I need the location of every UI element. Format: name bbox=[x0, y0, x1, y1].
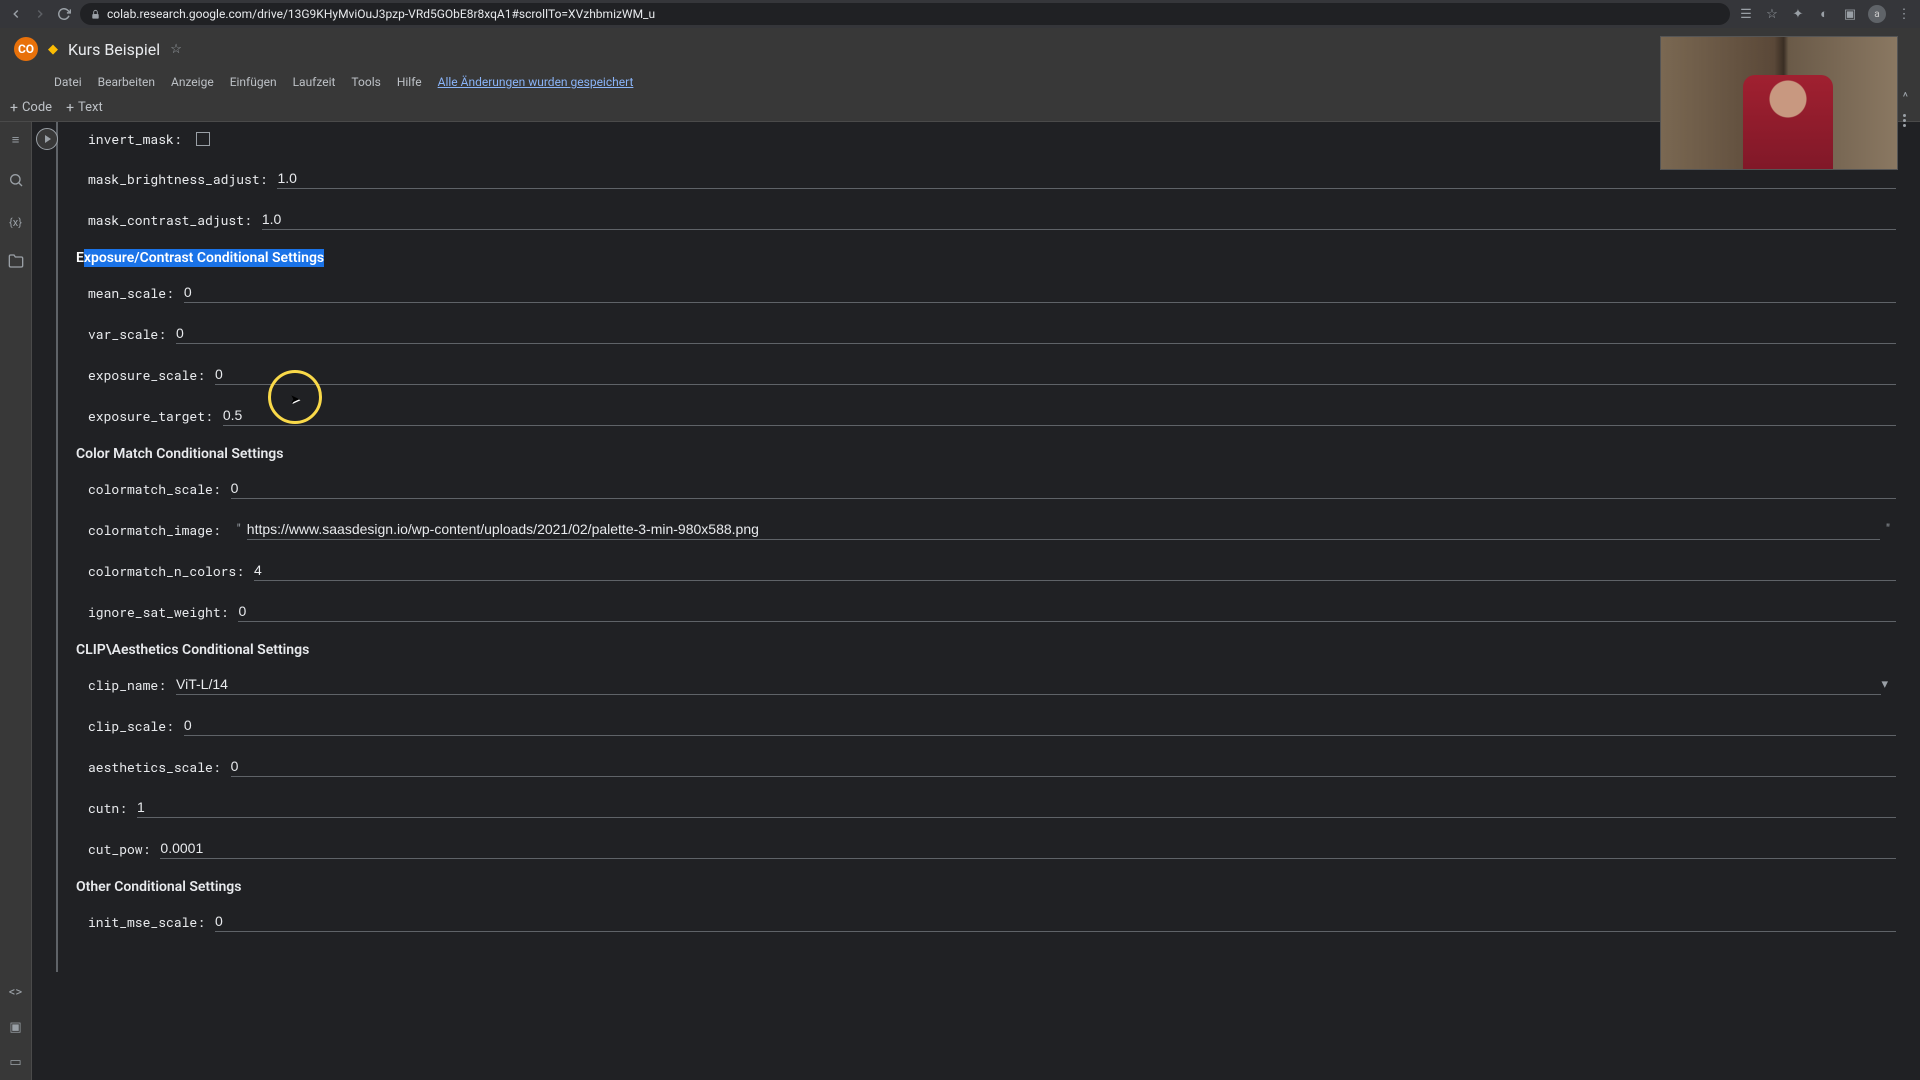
menu-datei[interactable]: Datei bbox=[54, 75, 82, 89]
section-color: Color Match Conditional Settings bbox=[76, 446, 1920, 462]
variables-icon[interactable]: {x} bbox=[9, 216, 22, 229]
colab-header: CO ◆ Kurs Beispiel ☆ bbox=[0, 28, 1920, 70]
mask-brightness-input[interactable] bbox=[277, 168, 1896, 189]
terminal-icon[interactable]: ▣ bbox=[9, 1020, 21, 1035]
quote-close: " bbox=[1886, 522, 1890, 537]
chevron-down-icon[interactable]: ▾ bbox=[1881, 677, 1896, 692]
exposure-scale-label: exposure_scale: bbox=[88, 366, 205, 384]
mask-contrast-input[interactable] bbox=[262, 209, 1896, 230]
avatar[interactable]: a bbox=[1868, 5, 1886, 23]
section-other: Other Conditional Settings bbox=[76, 879, 1920, 895]
section-exposure: Exposure/Contrast Conditional Settings bbox=[76, 250, 1920, 266]
form-cell: invert_mask: mask_brightness_adjust: mas… bbox=[56, 122, 1920, 972]
colormatch-image-input[interactable] bbox=[247, 519, 1880, 540]
code-snippets-icon[interactable]: <> bbox=[9, 985, 22, 1000]
collapse-chevron-icon[interactable]: ^ bbox=[1903, 90, 1908, 105]
mask-contrast-label: mask_contrast_adjust: bbox=[88, 211, 252, 229]
var-scale-label: var_scale: bbox=[88, 325, 166, 343]
lock-icon bbox=[90, 9, 101, 20]
colormatch-scale-label: colormatch_scale: bbox=[88, 480, 221, 498]
colormatch-n-colors-label: colormatch_n_colors: bbox=[88, 562, 244, 580]
url-text: colab.research.google.com/drive/13G9KHyM… bbox=[107, 7, 655, 21]
star-icon[interactable]: ☆ bbox=[1764, 6, 1780, 22]
cell-menu-icon[interactable] bbox=[1903, 114, 1906, 127]
cutn-label: cutn: bbox=[88, 799, 127, 817]
extensions-icon[interactable]: ✦ bbox=[1790, 6, 1806, 22]
menu-icon[interactable]: ⋮ bbox=[1896, 6, 1912, 22]
panel-icon[interactable]: ▣ bbox=[1842, 6, 1858, 22]
add-code-button[interactable]: +Code bbox=[10, 100, 52, 116]
init-mse-scale-label: init_mse_scale: bbox=[88, 913, 205, 931]
mean-scale-input[interactable] bbox=[184, 282, 1896, 303]
init-mse-scale-input[interactable] bbox=[215, 911, 1896, 932]
colormatch-n-colors-input[interactable] bbox=[254, 560, 1896, 581]
webcam-overlay bbox=[1660, 36, 1898, 170]
back-icon[interactable] bbox=[8, 6, 24, 22]
search-icon[interactable] bbox=[8, 172, 24, 192]
save-status[interactable]: Alle Änderungen wurden gespeichert bbox=[438, 75, 634, 89]
cut-pow-input[interactable] bbox=[160, 838, 1896, 859]
cut-pow-label: cut_pow: bbox=[88, 840, 150, 858]
clip-scale-label: clip_scale: bbox=[88, 717, 174, 735]
section-clip: CLIP\Aesthetics Conditional Settings bbox=[76, 642, 1920, 658]
star-doc-icon[interactable]: ☆ bbox=[170, 42, 182, 57]
colab-logo-icon[interactable]: CO bbox=[14, 37, 38, 61]
menu-bearbeiten[interactable]: Bearbeiten bbox=[98, 75, 155, 89]
exposure-target-label: exposure_target: bbox=[88, 407, 213, 425]
toolbar: +Code +Text bbox=[0, 94, 1920, 122]
folder-bottom-icon[interactable]: ▭ bbox=[9, 1055, 21, 1070]
aesthetics-scale-input[interactable] bbox=[231, 756, 1896, 777]
mask-brightness-label: mask_brightness_adjust: bbox=[88, 170, 267, 188]
aesthetics-scale-label: aesthetics_scale: bbox=[88, 758, 221, 776]
clip-name-select[interactable] bbox=[176, 674, 1881, 695]
menu-laufzeit[interactable]: Laufzeit bbox=[293, 75, 336, 89]
menu-einfuegen[interactable]: Einfügen bbox=[230, 75, 277, 89]
cutn-input[interactable] bbox=[137, 797, 1896, 818]
toc-icon[interactable]: ≡ bbox=[12, 132, 20, 148]
notebook-content: invert_mask: mask_brightness_adjust: mas… bbox=[32, 122, 1920, 1080]
colormatch-image-label: colormatch_image: bbox=[88, 521, 221, 539]
reload-icon[interactable] bbox=[56, 6, 72, 22]
url-bar[interactable]: colab.research.google.com/drive/13G9KHyM… bbox=[80, 3, 1730, 25]
left-rail: ≡ {x} <> ▣ ▭ bbox=[0, 122, 32, 1080]
invert-mask-label: invert_mask: bbox=[88, 130, 182, 148]
add-text-button[interactable]: +Text bbox=[66, 100, 103, 116]
mean-scale-label: mean_scale: bbox=[88, 284, 174, 302]
files-icon[interactable] bbox=[8, 253, 24, 273]
translate-icon[interactable]: ☰ bbox=[1738, 6, 1754, 22]
clip-name-label: clip_name: bbox=[88, 676, 166, 694]
menu-anzeige[interactable]: Anzeige bbox=[171, 75, 214, 89]
browser-toolbar: colab.research.google.com/drive/13G9KHyM… bbox=[0, 0, 1920, 28]
forward-icon[interactable] bbox=[32, 6, 48, 22]
menu-tools[interactable]: Tools bbox=[351, 75, 380, 89]
run-cell-button[interactable] bbox=[36, 128, 58, 150]
ignore-sat-weight-input[interactable] bbox=[238, 601, 1896, 622]
ignore-sat-weight-label: ignore_sat_weight: bbox=[88, 603, 228, 621]
exposure-target-input[interactable] bbox=[223, 405, 1896, 426]
doc-title[interactable]: Kurs Beispiel bbox=[68, 40, 160, 59]
drive-icon: ◆ bbox=[48, 42, 58, 57]
var-scale-input[interactable] bbox=[176, 323, 1896, 344]
menu-hilfe[interactable]: Hilfe bbox=[397, 75, 422, 89]
exposure-scale-input[interactable] bbox=[215, 364, 1896, 385]
account-icon[interactable]: ◐ bbox=[1816, 6, 1832, 22]
quote-open: " bbox=[237, 522, 241, 537]
clip-scale-input[interactable] bbox=[184, 715, 1896, 736]
invert-mask-checkbox[interactable] bbox=[196, 132, 210, 146]
menu-bar: Datei Bearbeiten Anzeige Einfügen Laufze… bbox=[0, 70, 1920, 94]
colormatch-scale-input[interactable] bbox=[231, 478, 1896, 499]
